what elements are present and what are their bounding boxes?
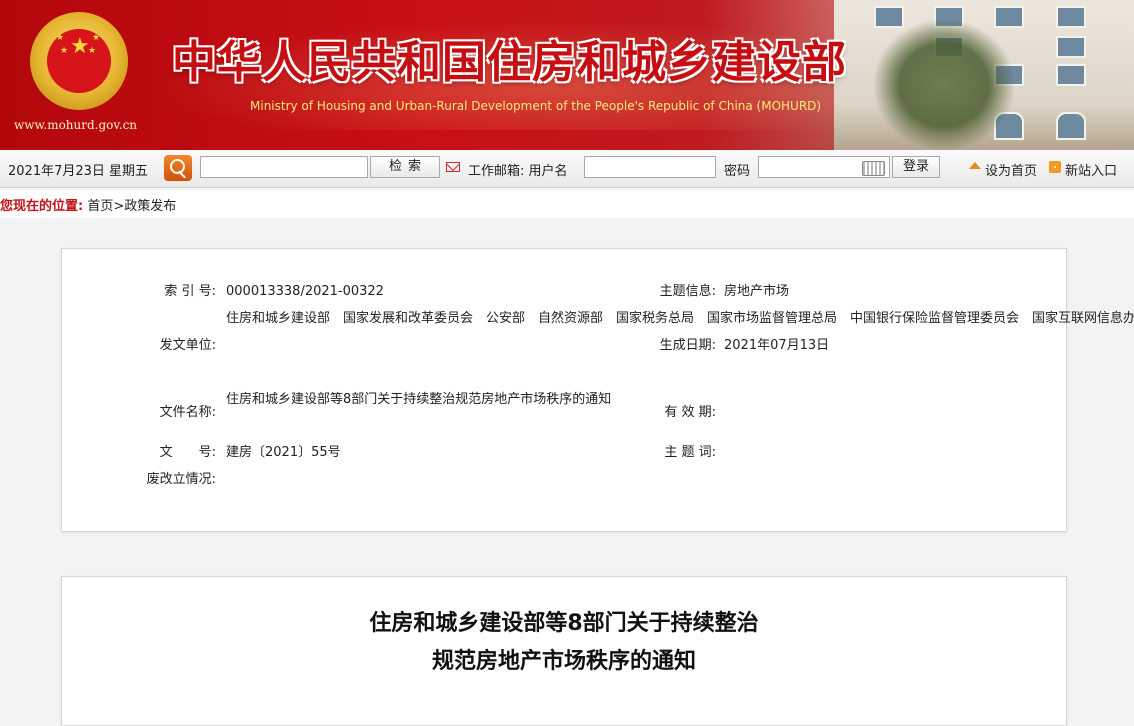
status-label: 废改立情况:	[146, 472, 216, 487]
current-date: 2021年7月23日 星期五	[8, 164, 149, 179]
issuer-label: 发文单位:	[159, 338, 216, 353]
document-title-line-2: 规范房地产市场秩序的通知	[431, 649, 696, 674]
new-site-link[interactable]: 新站入口	[1065, 160, 1117, 179]
doc-number-value: 建房〔2021〕55号	[226, 445, 341, 460]
site-title-english: Ministry of Housing and Urban-Rural Deve…	[250, 99, 822, 113]
filename-value: 住房和城乡建设部等8部门关于持续整治规范房地产市场秩序的通知	[226, 392, 612, 407]
site-title-chinese: 中华人民共和国住房和城乡建设部	[172, 37, 847, 88]
date-label: 生成日期:	[659, 338, 716, 353]
username-input[interactable]	[584, 156, 716, 178]
login-button[interactable]: 登录	[892, 156, 940, 178]
valid-period-label: 有 效 期:	[664, 405, 716, 420]
index-value: 000013338/2021-00322	[226, 284, 384, 299]
doc-number-label: 文 号:	[159, 445, 216, 460]
national-emblem-icon: ★ ★ ★ ★ ★	[30, 12, 128, 110]
banner-tree	[874, 20, 1014, 150]
document-title-line-1: 住房和城乡建设部等8部门关于持续整治	[369, 611, 759, 636]
rss-icon[interactable]	[1049, 161, 1061, 173]
site-banner: ★ ★ ★ ★ ★ www.mohurd.gov.cn 中华人民共和国住房和城乡…	[0, 0, 1134, 150]
breadcrumb-label: 您现在的位置:	[0, 199, 84, 214]
home-icon[interactable]	[969, 162, 981, 169]
index-label: 索 引 号:	[164, 284, 216, 299]
topic-label: 主题信息:	[659, 284, 716, 299]
keywords-label: 主 题 词:	[664, 445, 716, 460]
breadcrumb: 您现在的位置: 首页>政策发布	[0, 190, 1134, 218]
search-icon[interactable]	[164, 155, 192, 181]
search-input[interactable]	[200, 156, 368, 178]
site-url: www.mohurd.gov.cn	[14, 118, 138, 132]
document-card: 住房和城乡建设部等8部门关于持续整治 规范房地产市场秩序的通知	[61, 576, 1067, 726]
breadcrumb-path[interactable]: 首页>政策发布	[87, 199, 176, 214]
work-mail-label: 工作邮箱: 用户名	[468, 164, 568, 179]
date-value: 2021年07月13日	[724, 338, 830, 353]
set-homepage-link[interactable]: 设为首页	[985, 160, 1037, 179]
document-info-card: 索 引 号: 000013338/2021-00322 主题信息: 房地产市场 …	[61, 248, 1134, 532]
document-title: 住房和城乡建设部等8部门关于持续整治 规范房地产市场秩序的通知	[62, 605, 1066, 681]
topic-value: 房地产市场	[724, 284, 790, 299]
mail-icon	[446, 162, 460, 172]
keyboard-icon[interactable]	[862, 161, 885, 176]
issuer-value: 住房和城乡建设部 国家发展和改革委员会 公安部 自然资源部 国家税务总局 国家市…	[226, 311, 1134, 326]
filename-label: 文件名称:	[159, 405, 216, 420]
top-toolbar: 2021年7月23日 星期五 检索 工作邮箱: 用户名 密码 登录 设为首页 新…	[0, 150, 1134, 188]
password-label: 密码	[724, 164, 751, 179]
search-button[interactable]: 检索	[370, 156, 440, 178]
